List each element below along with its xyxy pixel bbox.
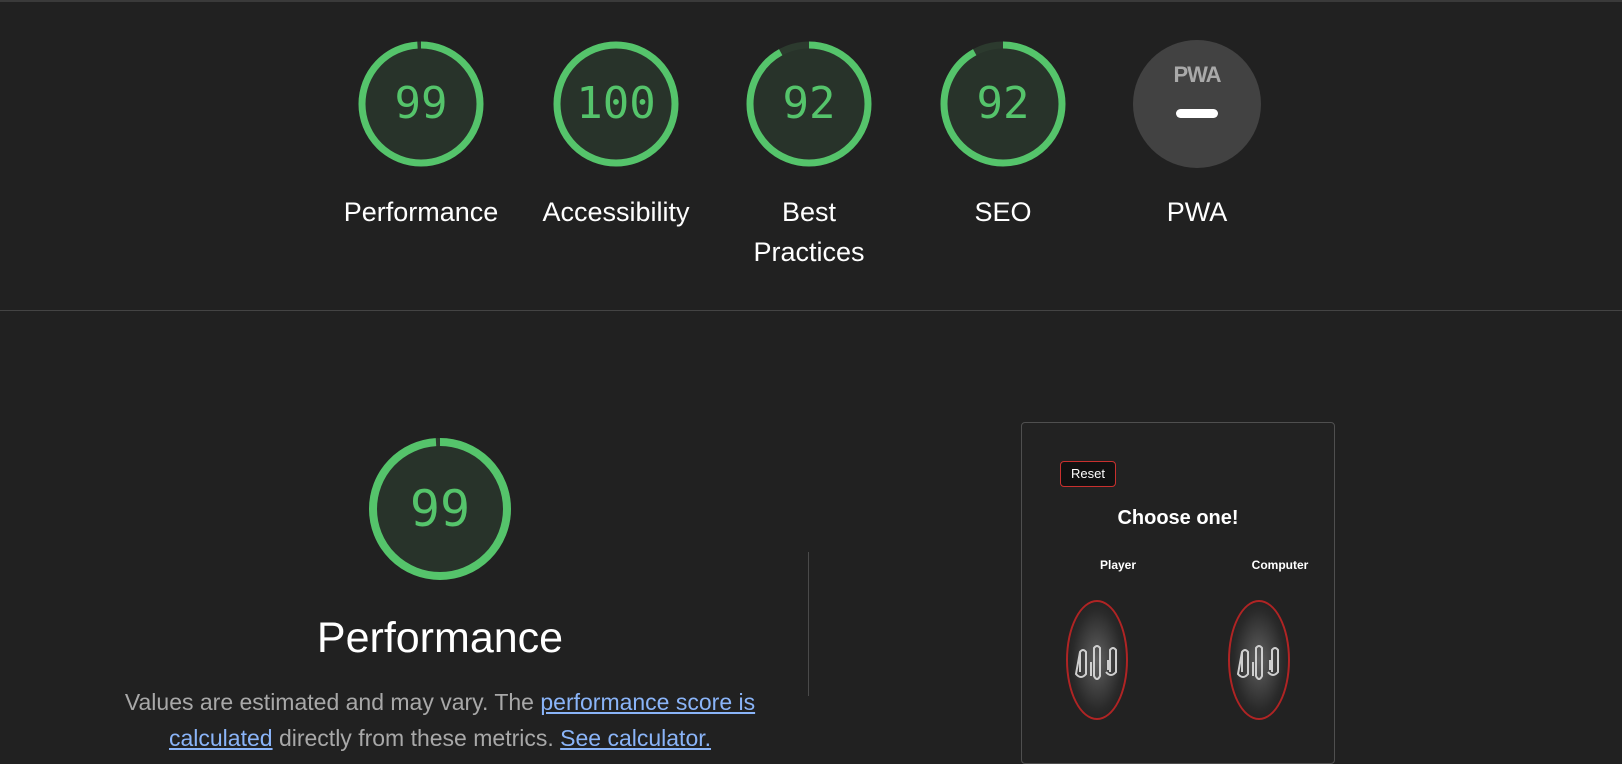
pwa-dash-icon — [1176, 109, 1218, 118]
gauge-pwa-label: PWA — [1166, 197, 1228, 227]
gauge-best-practices-ring: 92 — [745, 40, 873, 168]
top-border — [0, 0, 1622, 2]
gauge-seo-ring: 92 — [939, 40, 1067, 168]
player-hand-drawing — [1074, 645, 1117, 680]
reset-button[interactable]: Reset — [1060, 461, 1116, 487]
performance-description: Values are estimated and may vary. The p… — [120, 684, 760, 756]
gauge-seo-score: 92 — [976, 78, 1030, 129]
category-gauges: 99 Performance 100 Accessibility 92 Best… — [0, 40, 1622, 270]
performance-large-score: 99 — [409, 480, 471, 538]
performance-large-gauge: 99 — [367, 436, 513, 582]
performance-title: Performance — [316, 614, 564, 662]
gauge-best-practices-score: 92 — [782, 78, 836, 129]
desc-middle: directly from these metrics. — [272, 725, 561, 751]
gauge-best-practices[interactable]: 92 Best Practices — [714, 40, 904, 272]
gauge-performance-label: Performance — [343, 197, 499, 227]
gauge-pwa-ring: PWA — [1133, 40, 1261, 168]
gauge-accessibility-score: 100 — [576, 78, 656, 129]
gauge-performance[interactable]: 99 Performance — [326, 40, 516, 232]
computer-hands-icon[interactable] — [1228, 600, 1290, 720]
gauge-pwa[interactable]: PWA PWA — [1102, 40, 1292, 232]
gauge-seo-label: SEO — [974, 197, 1032, 227]
gauge-performance-score: 99 — [394, 78, 448, 129]
performance-section: 99 Performance Values are estimated and … — [110, 436, 770, 756]
desc-prefix: Values are estimated and may vary. The — [124, 689, 541, 715]
vertical-separator — [808, 552, 809, 696]
player-label: Player — [1099, 558, 1137, 572]
player-hands-icon[interactable] — [1066, 600, 1128, 720]
pwa-logo-text: PWA — [1173, 62, 1221, 87]
gauge-accessibility-ring: 100 — [552, 40, 680, 168]
choose-heading: Choose one! — [1117, 507, 1239, 529]
gauge-best-practices-label: Best Practices — [753, 197, 865, 267]
see-calculator-link[interactable]: See calculator. — [560, 725, 711, 751]
gauge-accessibility[interactable]: 100 Accessibility — [521, 40, 711, 232]
pwa-badge: PWA — [1133, 40, 1261, 168]
page-screenshot-preview[interactable]: Reset Choose one! Player Computer — [1021, 422, 1335, 764]
gauge-seo[interactable]: 92 SEO — [908, 40, 1098, 232]
computer-hand-drawing — [1236, 645, 1279, 680]
gauge-accessibility-label: Accessibility — [542, 197, 690, 227]
gauge-performance-ring: 99 — [357, 40, 485, 168]
section-divider — [0, 310, 1622, 311]
computer-label: Computer — [1251, 558, 1309, 572]
